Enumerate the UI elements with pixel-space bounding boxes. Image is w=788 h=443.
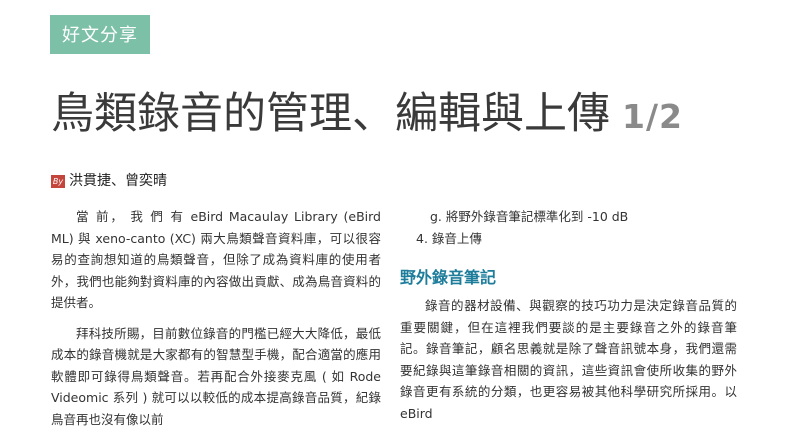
right-column: g. 將野外錄音筆記標準化到 -10 dB 4. 錄音上傳 野外錄音筆記 錄音的… bbox=[400, 206, 737, 424]
list-item: g. 將野外錄音筆記標準化到 -10 dB bbox=[430, 209, 629, 224]
body-paragraph: 拜科技所賜，目前數位錄音的門檻已經大大降低，最低成本的錄音機就是大家都有的智慧型… bbox=[51, 325, 381, 427]
article-title: 鳥類錄音的管理、編輯與上傳 1/2 bbox=[51, 84, 683, 147]
body-paragraph: 錄音的器材設備、與觀察的技巧功力是決定錄音品質的重要關鍵，但在這裡我們要談的是主… bbox=[400, 298, 737, 421]
list-item: 4. 錄音上傳 bbox=[416, 230, 482, 246]
byline-authors: 洪貫捷、曾奕晴 bbox=[69, 173, 167, 189]
by-badge-icon: By bbox=[51, 175, 65, 188]
left-column: 當 前， 我 們 有 eBird Macaulay Library (eBird… bbox=[51, 206, 381, 430]
body-paragraph: 當 前， 我 們 有 eBird Macaulay Library (eBird… bbox=[51, 209, 381, 310]
section-tab: 好文分享 bbox=[50, 15, 150, 54]
byline: By 洪貫捷、曾奕晴 bbox=[51, 171, 167, 191]
article-part-number: 1/2 bbox=[622, 97, 683, 136]
article-title-main: 鳥類錄音的管理、編輯與上傳 bbox=[51, 89, 610, 139]
section-subheading: 野外錄音筆記 bbox=[400, 268, 497, 287]
